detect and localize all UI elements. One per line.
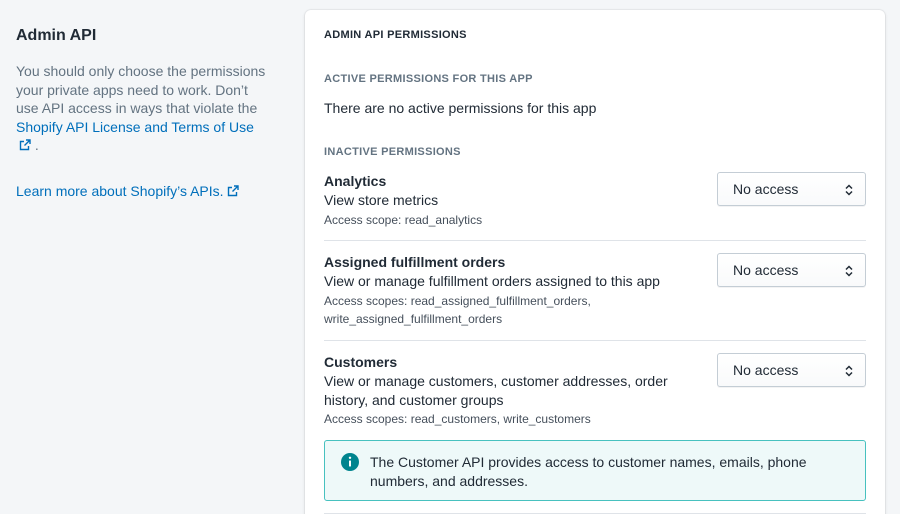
admin-api-permissions-card: ADMIN API PERMISSIONS ACTIVE PERMISSIONS… bbox=[305, 10, 885, 514]
section-description: You should only choose the permissions y… bbox=[16, 63, 266, 154]
access-select-assigned-fulfillment-orders[interactable]: No access bbox=[717, 253, 866, 287]
banner-text: The Customer API provides access to cust… bbox=[370, 454, 807, 489]
divider bbox=[324, 240, 866, 241]
permission-description: View or manage fulfillment orders assign… bbox=[324, 273, 660, 289]
permission-description: View or manage customers, customer addre… bbox=[324, 373, 668, 408]
permission-row-assigned-fulfillment-orders: Assigned fulfillment orders View or mana… bbox=[324, 253, 866, 328]
permission-description: View store metrics bbox=[324, 192, 439, 208]
select-caret-icon bbox=[845, 184, 853, 196]
external-link-icon bbox=[227, 185, 239, 197]
customer-api-info-banner: The Customer API provides access to cust… bbox=[324, 440, 866, 501]
permission-scope: Access scopes: read_assigned_fulfillment… bbox=[324, 293, 591, 326]
select-caret-icon bbox=[845, 265, 853, 277]
divider bbox=[324, 340, 866, 341]
inactive-permissions-heading: INACTIVE PERMISSIONS bbox=[324, 146, 461, 158]
api-license-link[interactable]: Shopify API License and Terms of Use bbox=[16, 119, 254, 154]
permission-row-analytics: Analytics View store metrics Access scop… bbox=[324, 172, 866, 229]
permission-scope: Access scope: read_analytics bbox=[324, 212, 483, 227]
access-select-value: No access bbox=[733, 262, 799, 278]
permission-row-customers: Customers View or manage customers, cust… bbox=[324, 353, 866, 428]
external-link-icon bbox=[19, 139, 31, 151]
section-title: Admin API bbox=[16, 27, 97, 44]
card-title: ADMIN API PERMISSIONS bbox=[324, 29, 467, 41]
page: Admin API You should only choose the per… bbox=[0, 0, 900, 514]
access-select-value: No access bbox=[733, 181, 799, 197]
access-select-customers[interactable]: No access bbox=[717, 353, 866, 387]
access-select-analytics[interactable]: No access bbox=[717, 172, 866, 206]
active-permissions-empty-text: There are no active permissions for this… bbox=[324, 100, 597, 116]
learn-more-apis-link[interactable]: Learn more about Shopify’s APIs. bbox=[16, 183, 239, 199]
info-icon bbox=[341, 453, 359, 471]
access-select-value: No access bbox=[733, 362, 799, 378]
select-caret-icon bbox=[845, 365, 853, 377]
active-permissions-heading: ACTIVE PERMISSIONS FOR THIS APP bbox=[324, 73, 533, 85]
permission-scope: Access scopes: read_customers, write_cus… bbox=[324, 412, 591, 426]
section-annotation: Admin API You should only choose the per… bbox=[16, 26, 266, 200]
